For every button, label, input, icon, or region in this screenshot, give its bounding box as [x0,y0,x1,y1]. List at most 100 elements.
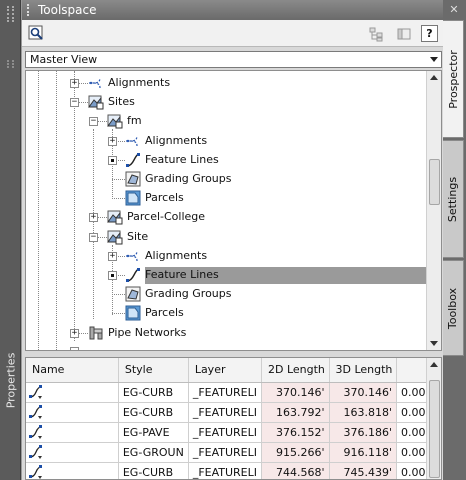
expand-icon[interactable]: + [89,213,98,222]
cell-layer[interactable]: _FEATURELI [188,402,263,423]
tree-connector [112,313,125,314]
tree-item-label[interactable]: Alignments [145,133,207,149]
grip-handle-icon[interactable] [7,6,14,22]
tree-item-label[interactable]: Parcels [145,305,184,321]
prospector-tree[interactable]: + Alignments − Sites − fm + Alignments Feature L… [25,70,442,351]
cell-3d-length[interactable]: 745.439' [329,462,397,479]
site-icon [107,209,123,225]
column-header-style[interactable]: Style [118,358,189,383]
feature-line-icon [28,385,44,399]
tree-item-label[interactable]: Grading Groups [145,171,232,187]
column-header-3d-length[interactable]: 3D Length [329,358,397,383]
table-row[interactable]: EG-CURB _FEATURELI 370.146' 370.146' 0.00 S [26,382,441,403]
cell-3d-length[interactable]: 376.186' [329,422,397,443]
tree-item-label[interactable]: fm [127,113,142,129]
grip-handle-icon[interactable] [27,4,32,16]
feature-line-icon [125,267,141,283]
feature-line-icon [28,465,44,479]
expand-icon[interactable]: + [70,329,79,338]
cell-layer[interactable]: _FEATURELI [188,382,263,403]
cell-2d-length[interactable]: 370.146' [261,382,330,403]
expand-icon[interactable] [70,347,79,350]
item-list-grid[interactable]: Name Style Layer 2D Length 3D Length EG-… [25,357,442,480]
tree-connector [112,179,125,180]
scroll-up-icon[interactable] [430,362,438,367]
column-header-2d-length[interactable]: 2D Length [261,358,330,383]
cell-layer[interactable]: _FEATURELI [188,442,263,463]
expand-icon[interactable] [108,156,117,165]
grid-scrollbar[interactable] [426,358,441,479]
tree-item-label[interactable]: Grading Groups [145,286,232,302]
cell-2d-length[interactable]: 915.266' [261,442,330,463]
palette-title: Toolspace [38,3,97,17]
tree-item-label[interactable]: Pipe Networks [108,325,186,341]
cell-2d-length[interactable]: 163.792' [261,402,330,423]
expand-icon[interactable] [108,271,117,280]
expand-icon[interactable]: + [108,137,117,146]
help-button[interactable]: ? [421,25,438,42]
cell-style[interactable]: EG-PAVE [118,422,189,443]
tree-item-label[interactable]: Sites [108,94,135,110]
tree-item-label[interactable]: Alignments [145,248,207,264]
column-header-layer[interactable]: Layer [188,358,263,383]
cell-style[interactable]: EG-CURB [118,402,189,423]
table-row[interactable]: EG-PAVE _FEATURELI 376.152' 376.186' 0.00 S [26,422,441,443]
cell-3d-length[interactable]: 916.118' [329,442,397,463]
hierarchy-button[interactable] [366,24,385,43]
scroll-up-icon[interactable] [430,75,438,80]
tree-item-label[interactable]: Parcels [145,190,184,206]
alignment-icon [125,133,141,149]
tab-label: Toolbox [446,287,460,329]
table-row[interactable]: EG-CURB _FEATURELI 744.568' 745.439' 0.00 S [26,462,441,479]
cell-3d-length[interactable]: 370.146' [329,382,397,403]
grip-handle-icon[interactable] [7,60,14,68]
feature-lines-table: Name Style Layer 2D Length 3D Length EG-… [26,358,441,479]
grid-scroll-thumb[interactable] [429,380,440,478]
chevron-down-icon[interactable] [430,57,438,62]
cell-2d-length[interactable]: 744.568' [261,462,330,479]
item-view-icon [28,25,43,40]
properties-strip[interactable]: Properties [0,0,21,480]
drawing-button[interactable] [394,24,413,43]
table-row[interactable]: EG-CURB _FEATURELI 163.792' 163.818' 0.00 S [26,402,441,423]
view-selector[interactable]: Master View [25,51,442,68]
collapse-icon[interactable]: − [89,117,98,126]
tab-prospector[interactable]: Prospector [443,20,464,138]
expand-icon[interactable]: + [108,252,117,261]
cell-style[interactable]: EG-GROUN [118,442,189,463]
pipe-network-icon [88,325,104,341]
table-row[interactable]: EG-GROUN _FEATURELI 915.266' 916.118' 0.00 S [26,442,441,463]
cell-name[interactable] [26,382,119,403]
tree-item-label[interactable]: Feature Lines [145,267,219,283]
tab-toolbox[interactable]: Toolbox [443,260,464,356]
tree-item-label[interactable]: Feature Lines [145,152,219,168]
collapse-icon[interactable]: − [70,98,79,107]
cell-style[interactable]: EG-CURB [118,462,189,479]
scroll-down-icon[interactable] [430,341,438,346]
title-bar[interactable]: Toolspace [22,0,444,20]
cell-name[interactable] [26,422,119,443]
cell-layer[interactable]: _FEATURELI [188,462,263,479]
cell-name[interactable] [26,402,119,423]
toggle-item-view-button[interactable] [27,24,46,43]
tree-item-label[interactable]: Alignments [108,75,170,91]
tab-settings[interactable]: Settings [443,140,464,258]
help-label: ? [426,27,433,40]
cell-name[interactable] [26,442,119,463]
tree-item-label[interactable]: Site [127,229,148,245]
cell-2d-length[interactable]: 376.152' [261,422,330,443]
cell-layer[interactable]: _FEATURELI [188,422,263,443]
tree-item-label[interactable]: Parcel-College [127,209,205,225]
cell-name[interactable] [26,462,119,479]
drawing-icon [397,28,410,39]
expand-icon[interactable]: + [70,79,79,88]
properties-tab[interactable]: Properties [0,350,21,410]
cell-3d-length[interactable]: 163.818' [329,402,397,423]
close-icon[interactable]: ✕ [448,4,460,16]
tree-scrollbar[interactable] [426,71,441,350]
tree-scroll-thumb[interactable] [429,159,440,205]
alignment-icon [125,248,141,264]
cell-style[interactable]: EG-CURB [118,382,189,403]
collapse-icon[interactable]: − [89,233,98,242]
column-header-name[interactable]: Name [26,358,119,383]
